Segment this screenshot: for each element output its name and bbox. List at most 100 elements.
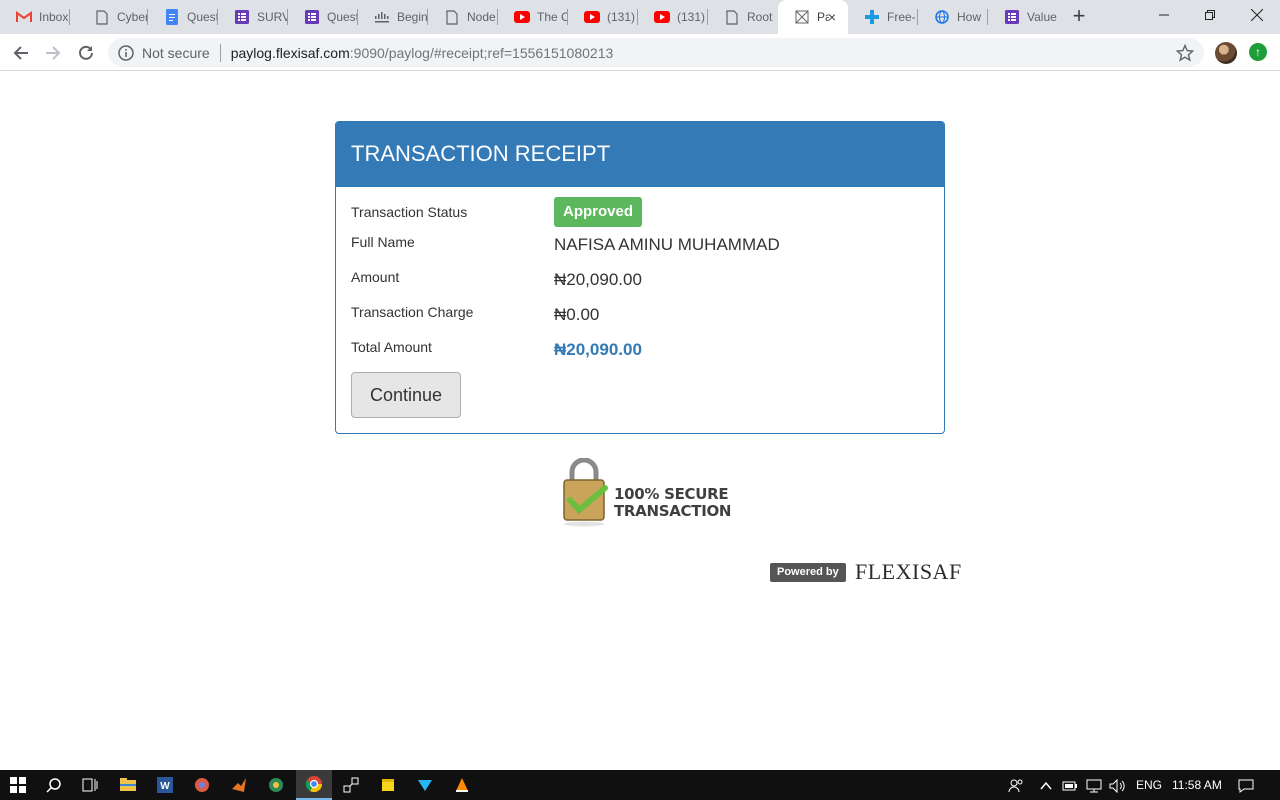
browser-tab[interactable]: Quest (148, 0, 218, 34)
divider (219, 43, 221, 62)
close-tab-icon[interactable]: × (824, 9, 840, 25)
info-icon[interactable] (118, 44, 134, 61)
app-button-2[interactable] (258, 770, 294, 800)
reload-icon (79, 45, 93, 60)
label-total-amount: Total Amount (351, 339, 432, 355)
network-icon (343, 777, 359, 793)
app-button-1[interactable] (184, 770, 220, 800)
browser-tab[interactable]: (131) (568, 0, 638, 34)
sticky-notes-button[interactable] (370, 770, 406, 800)
vlc-button[interactable] (444, 770, 480, 800)
browser-tab[interactable]: Root (708, 0, 778, 34)
url-path: :9090/paylog/#receipt;ref=1556151080213 (349, 44, 614, 61)
notifications-icon[interactable] (1238, 770, 1254, 800)
minimize-icon (1159, 14, 1169, 16)
tab-title: Begin (397, 10, 427, 24)
tab-title: The C (537, 10, 567, 24)
status-badge: Approved (554, 197, 643, 227)
app-icon (269, 778, 283, 792)
chevron-up-icon[interactable] (1040, 770, 1052, 800)
search-button[interactable] (36, 770, 72, 800)
restore-button[interactable] (1187, 0, 1233, 30)
chrome-button[interactable] (296, 770, 332, 800)
action-center-icon (1238, 779, 1254, 793)
browser-tab[interactable]: Cyber (78, 0, 148, 34)
forward-arrow-icon (46, 46, 61, 60)
browser-toolbar: Not secure paylog.flexisaf.com:9090/payl… (0, 34, 1280, 71)
clock[interactable]: 11:58 AM (1172, 770, 1222, 800)
address-bar[interactable]: Not secure paylog.flexisaf.com:9090/payl… (108, 38, 1204, 67)
word-button[interactable]: W (147, 770, 183, 800)
task-view-button[interactable] (72, 770, 108, 800)
network-tray-icon[interactable] (1086, 770, 1102, 800)
people-icon[interactable] (1008, 770, 1024, 800)
matlab-button[interactable] (221, 770, 257, 800)
start-button[interactable] (0, 770, 36, 800)
youtube-icon (584, 9, 600, 25)
close-window-button[interactable] (1234, 0, 1280, 30)
tab-separator (69, 9, 70, 25)
continue-button[interactable]: Continue (351, 372, 461, 418)
browser-tab-active[interactable]: Pa × (778, 0, 848, 34)
network-app-button[interactable] (333, 770, 369, 800)
plus-cross-icon (864, 9, 880, 25)
file-explorer-button[interactable] (110, 770, 146, 800)
value-transaction-charge: ₦0.00 (554, 305, 600, 324)
browser-tab[interactable]: Free- (848, 0, 918, 34)
browser-tab[interactable]: Value (988, 0, 1058, 34)
people-tray-icon (1008, 779, 1023, 792)
new-tab-button[interactable]: + (1068, 5, 1090, 27)
battery-tray-icon (1062, 781, 1077, 791)
page-icon (724, 9, 740, 25)
battery-icon[interactable] (1062, 770, 1078, 800)
label-transaction-charge: Transaction Charge (351, 304, 474, 320)
security-label[interactable]: Not secure (142, 45, 210, 61)
receipt-icon (794, 9, 810, 25)
youtube-icon (654, 9, 670, 25)
app-icon (418, 780, 432, 791)
bookmark-star-icon[interactable] (1176, 44, 1194, 62)
volume-icon[interactable] (1109, 770, 1127, 800)
tab-title: (131) (607, 10, 636, 24)
value-amount: ₦20,090.00 (554, 270, 642, 289)
minimize-button[interactable] (1141, 0, 1187, 30)
language-indicator[interactable]: ENG (1136, 770, 1162, 800)
profile-avatar[interactable] (1215, 42, 1237, 64)
tab-title: SURV (257, 10, 287, 24)
youtube-icon (514, 9, 530, 25)
browser-tab[interactable]: Begin (358, 0, 428, 34)
chrome-icon (305, 776, 323, 793)
windows-start-icon (10, 777, 26, 793)
forms-icon (304, 9, 320, 25)
tab-title: Inbox (39, 10, 69, 24)
tab-strip: Inbox Cyber Quest SURV Quest Begin Node The C (1… (0, 0, 1280, 34)
app-icon (195, 778, 209, 792)
browser-tab[interactable]: Node (428, 0, 498, 34)
extension-icon[interactable]: ↑ (1249, 43, 1267, 61)
tab-title: Free- (887, 10, 916, 24)
globe-icon (934, 9, 950, 25)
tab-title: Node (467, 10, 496, 24)
network-status-icon (1086, 779, 1102, 793)
url-host: paylog.flexisaf.com (230, 44, 350, 61)
tab-title: Quest (187, 10, 217, 24)
back-button[interactable] (8, 40, 34, 66)
browser-tab[interactable]: Quest (288, 0, 358, 34)
browser-tab[interactable]: The C (498, 0, 568, 34)
word-icon: W (157, 777, 173, 793)
windows-taskbar: W ENG 11:58 AM (0, 770, 1280, 800)
docs-icon (164, 9, 180, 25)
browser-tab[interactable]: (131) (638, 0, 708, 34)
tab-title: (131) (677, 10, 706, 24)
browser-tab[interactable]: Inbox (0, 0, 70, 34)
forward-button[interactable] (40, 40, 66, 66)
secure-transaction-text: 100% SECURE TRANSACTION (614, 486, 731, 520)
browser-tab[interactable]: How (918, 0, 988, 34)
browser-tab[interactable]: SURV (218, 0, 288, 34)
flexisaf-logo[interactable]: FLEXISAF (855, 559, 962, 585)
label-full-name: Full Name (351, 234, 415, 250)
tab-title: How (957, 10, 982, 24)
tab-title: Quest (327, 10, 357, 24)
reload-button[interactable] (73, 40, 99, 66)
app-button-3[interactable] (407, 770, 443, 800)
